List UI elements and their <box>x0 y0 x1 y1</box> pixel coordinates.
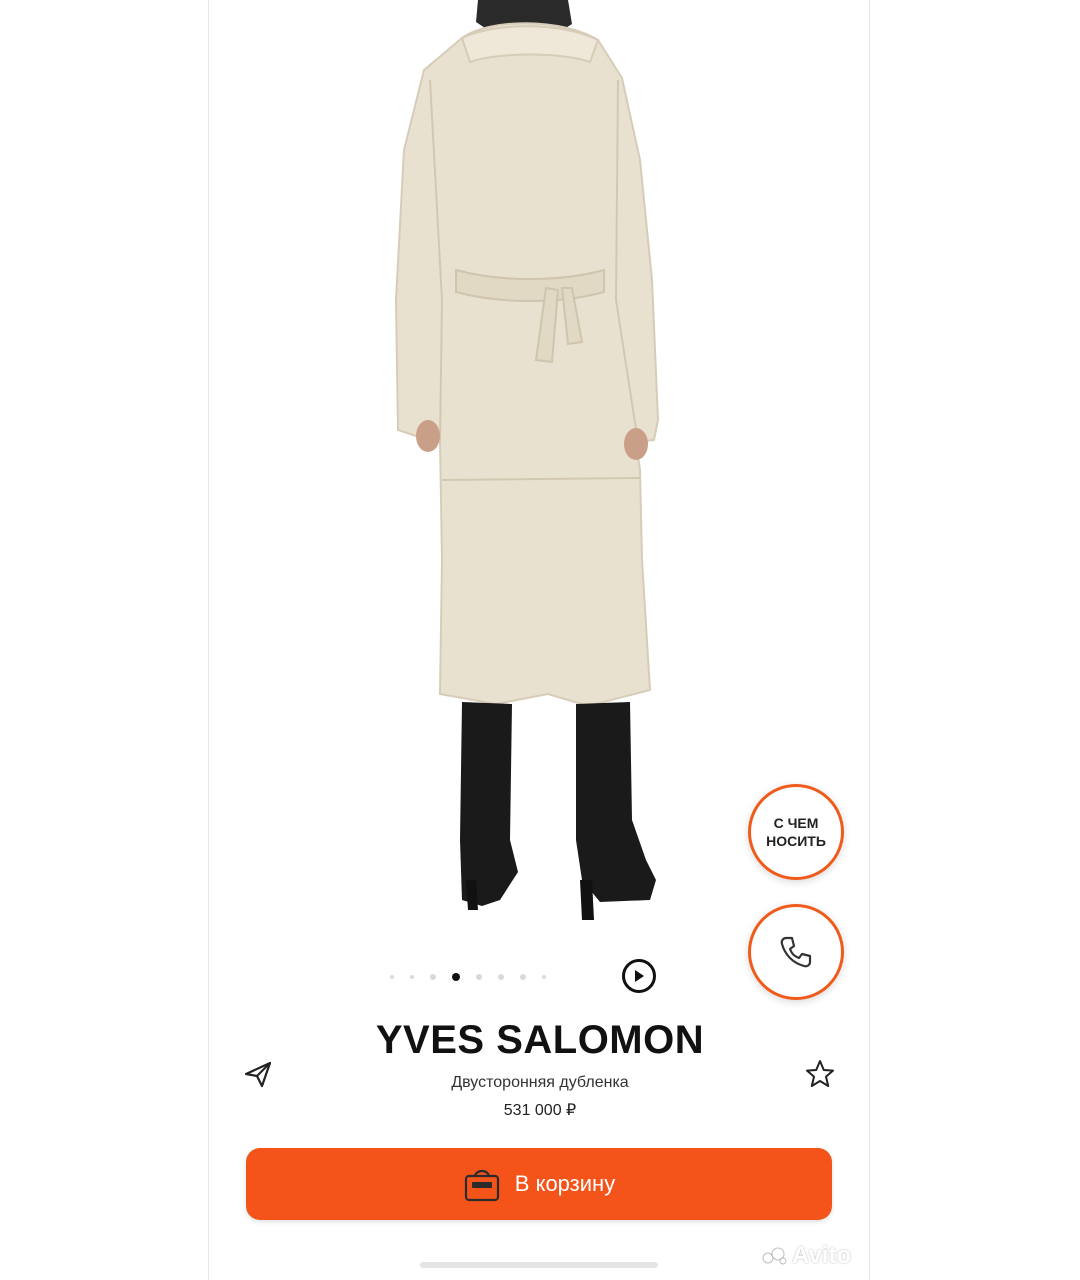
watermark-text: Avito <box>792 1242 852 1269</box>
add-to-cart-button[interactable]: В корзину <box>246 1148 832 1220</box>
what-to-wear-button[interactable]: С ЧЕМ НОСИТЬ <box>748 784 844 880</box>
carousel-dot-active[interactable] <box>452 973 460 981</box>
bag-icon <box>464 1169 499 1202</box>
product-image[interactable] <box>300 0 780 930</box>
share-button[interactable] <box>242 1058 274 1090</box>
product-title: Двусторонняя дубленка <box>451 1074 629 1091</box>
call-button[interactable] <box>748 904 844 1000</box>
carousel-dot[interactable] <box>476 974 482 980</box>
avito-logo-icon <box>762 1247 787 1265</box>
add-to-cart-label: В корзину <box>514 1171 616 1196</box>
home-indicator[interactable] <box>420 1262 658 1268</box>
carousel-dot[interactable] <box>390 975 394 979</box>
favorite-button[interactable] <box>804 1058 836 1090</box>
carousel-dot[interactable] <box>410 975 414 979</box>
avito-watermark: Avito <box>762 1242 851 1270</box>
carousel-dot[interactable] <box>520 974 526 980</box>
carousel-dot[interactable] <box>430 974 436 980</box>
carousel-dots <box>390 968 546 986</box>
carousel-dot[interactable] <box>542 975 546 979</box>
product-brand: YVES SALOMON <box>375 1018 705 1062</box>
phone-icon <box>780 936 812 968</box>
send-icon <box>244 1061 272 1088</box>
carousel-dot[interactable] <box>498 974 504 980</box>
product-price: 531 000 ₽ <box>503 1102 577 1119</box>
play-video-button[interactable] <box>622 959 656 993</box>
play-icon <box>635 970 644 982</box>
star-icon <box>806 1060 834 1087</box>
what-to-wear-label: С ЧЕМ НОСИТЬ <box>766 815 826 849</box>
